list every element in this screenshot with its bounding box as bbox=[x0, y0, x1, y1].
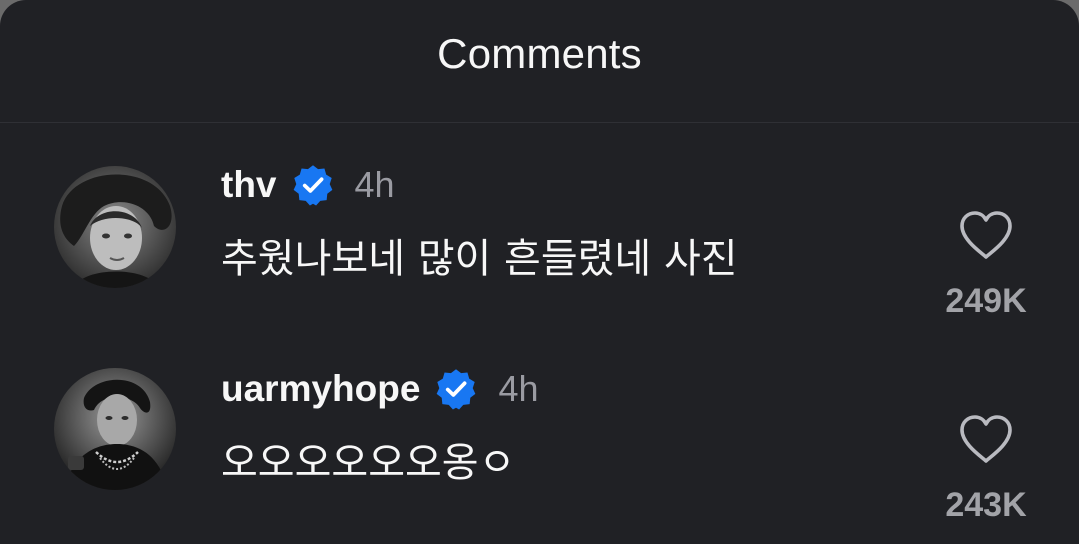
comment-time: 4h bbox=[498, 368, 539, 409]
comment-item: thv 4h 추웠나보네 많이 흔들렸네 사진 249K bbox=[0, 140, 1079, 330]
like-count: 249K bbox=[945, 282, 1027, 320]
username[interactable]: uarmyhope bbox=[221, 368, 420, 410]
avatar-photo bbox=[54, 368, 176, 490]
avatar[interactable] bbox=[54, 368, 176, 490]
comment-text: 추웠나보네 많이 흔들렸네 사진 bbox=[221, 236, 738, 282]
like-button[interactable] bbox=[958, 210, 1014, 262]
comments-sheet: Comments thv 4h 추웠나보네 많이 흔들렸네 사진 249K ua… bbox=[0, 0, 1079, 544]
avatar-photo bbox=[54, 166, 176, 288]
verified-badge-icon bbox=[437, 369, 476, 410]
verified-badge-icon bbox=[293, 165, 332, 206]
username[interactable]: thv bbox=[221, 164, 277, 206]
avatar[interactable] bbox=[54, 166, 176, 288]
page-title: Comments bbox=[437, 30, 642, 77]
comment-header: thv 4h bbox=[221, 160, 395, 210]
like-count: 243K bbox=[945, 486, 1027, 524]
comment-item: uarmyhope 4h 오오오오오오옹ㅇ 243K bbox=[0, 344, 1079, 534]
heart-icon bbox=[960, 211, 1012, 259]
comment-header: uarmyhope 4h bbox=[221, 364, 538, 414]
comment-time: 4h bbox=[354, 164, 395, 205]
heart-icon bbox=[960, 415, 1012, 463]
sheet-header: Comments bbox=[0, 0, 1079, 123]
comment-text: 오오오오오오옹ㅇ bbox=[221, 440, 516, 486]
like-button[interactable] bbox=[958, 414, 1014, 466]
